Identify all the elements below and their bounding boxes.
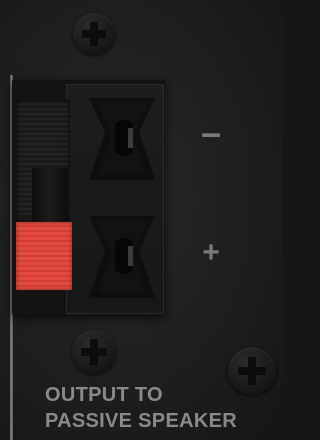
output-label: OUTPUT TO PASSIVE SPEAKER [45,382,237,434]
screw-icon [73,13,115,55]
negative-socket[interactable] [85,92,159,186]
output-label-line1: OUTPUT TO [45,384,163,406]
negative-sign: – [200,112,222,153]
positive-socket[interactable] [85,210,159,304]
output-label-line2: PASSIVE SPEAKER [45,410,237,432]
speaker-output-panel: – + OUTPUT TO PASSIVE SPEAKER [0,0,283,440]
screw-icon [72,330,116,374]
socket-icon [89,216,155,298]
socket-icon [89,98,155,180]
positive-sign: + [202,236,220,269]
positive-lever[interactable] [16,222,72,290]
